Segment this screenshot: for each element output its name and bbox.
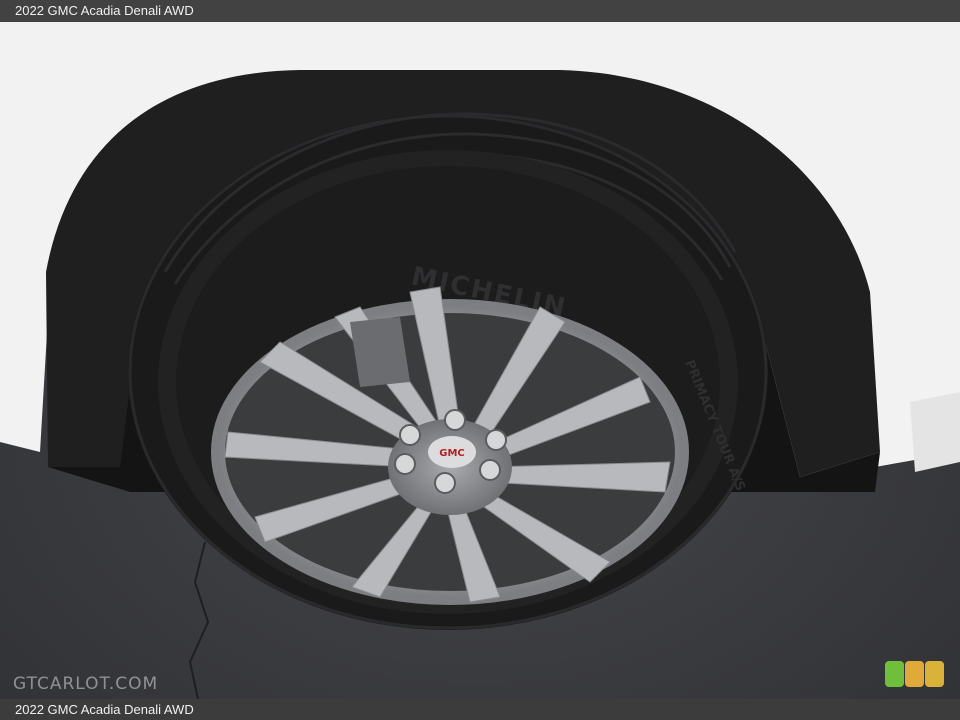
color-swatch-2[interactable] xyxy=(905,661,924,687)
brake-caliper xyxy=(350,317,410,387)
photo-caption: 2022 GMC Acadia Denali AWD xyxy=(15,702,194,717)
caption-bar: 2022 GMC Acadia Denali AWD xyxy=(0,699,960,720)
color-swatch-1[interactable] xyxy=(885,661,904,687)
title-bar: 2022 GMC Acadia Denali AWD xyxy=(0,0,960,22)
color-swatch-3[interactable] xyxy=(925,661,944,687)
page-title: 2022 GMC Acadia Denali AWD xyxy=(15,3,194,18)
color-swatches xyxy=(885,661,944,687)
car-wheel-photo: MICHELIN PRIMACY TOUR A/S GMC xyxy=(0,22,960,699)
center-cap-logo: GMC xyxy=(439,448,465,459)
watermark: GTCARLOT.COM xyxy=(13,674,159,694)
